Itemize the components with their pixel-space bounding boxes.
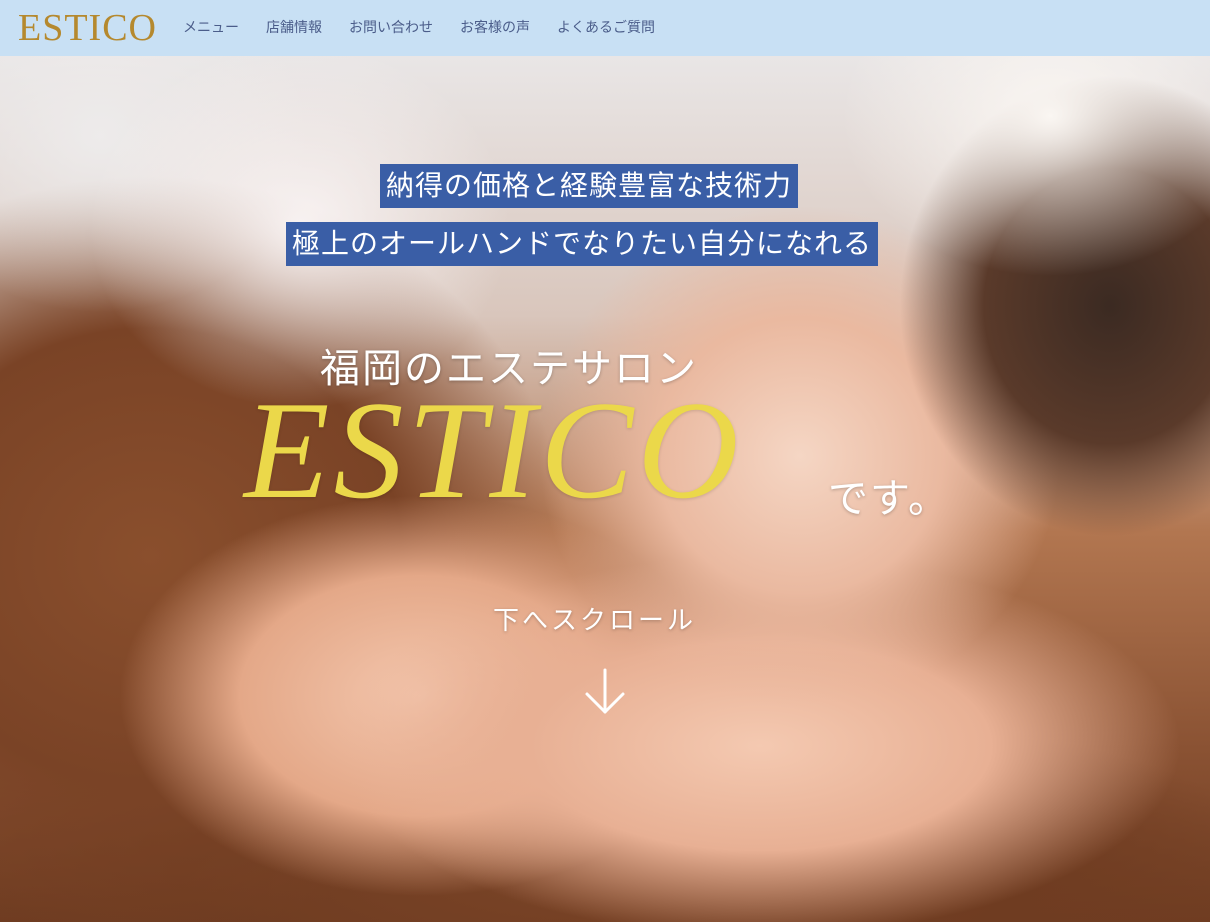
- site-logo[interactable]: ESTICO: [18, 0, 157, 56]
- hero-tagline-1: 納得の価格と経験豊富な技術力: [380, 164, 799, 208]
- site-header: ESTICO メニュー 店舗情報 お問い合わせ お客様の声 よくあるご質問: [0, 0, 1210, 56]
- nav-item-store-info[interactable]: 店舗情報: [266, 0, 322, 56]
- nav-item-testimonials[interactable]: お客様の声: [460, 0, 530, 56]
- nav-item-faq[interactable]: よくあるご質問: [557, 0, 655, 56]
- hero-brand-suffix: です。: [828, 476, 950, 522]
- main-nav: メニュー 店舗情報 お問い合わせ お客様の声 よくあるご質問: [183, 0, 682, 56]
- nav-item-contact[interactable]: お問い合わせ: [349, 0, 433, 56]
- hero-section: 納得の価格と経験豊富な技術力 極上のオールハンドでなりたい自分になれる 福岡のエ…: [0, 56, 1210, 922]
- hero-brand-name: ESTICO: [244, 373, 743, 528]
- hero-tagline-2: 極上のオールハンドでなりたい自分になれる: [286, 222, 879, 266]
- arrow-down-icon[interactable]: [583, 668, 627, 716]
- scroll-down-label[interactable]: 下へスクロール: [493, 600, 696, 637]
- nav-item-menu[interactable]: メニュー: [183, 0, 239, 56]
